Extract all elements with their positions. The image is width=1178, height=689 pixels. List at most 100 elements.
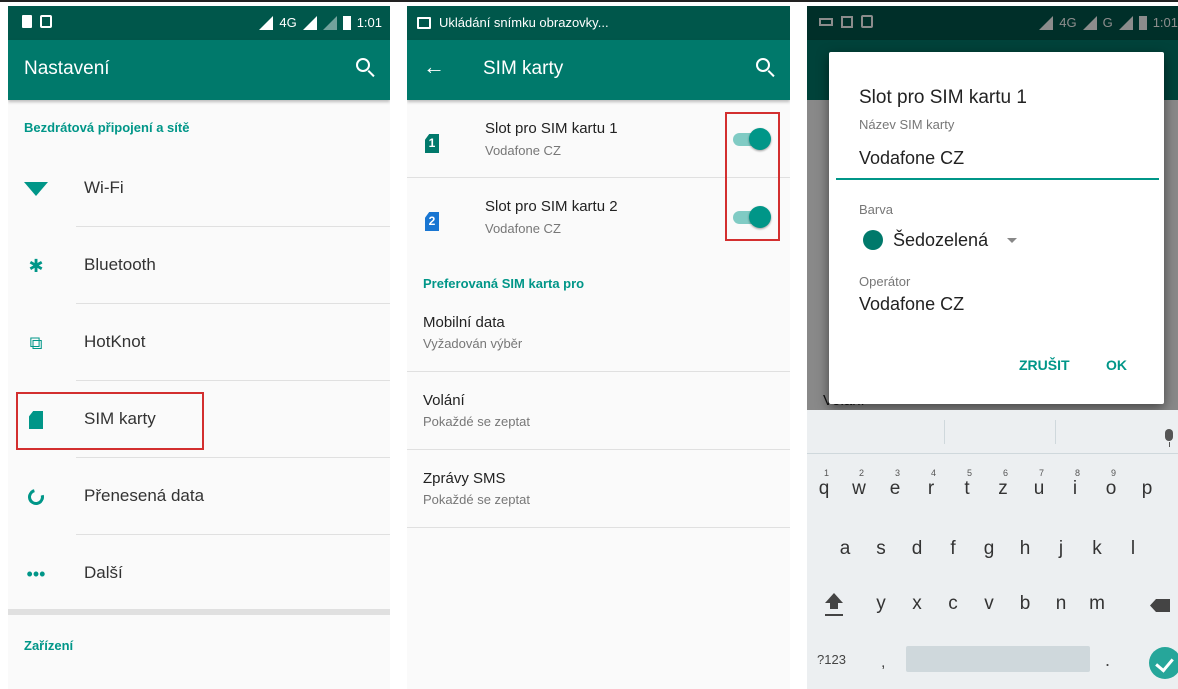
key-e[interactable]: e3 — [883, 468, 907, 500]
key-z[interactable]: z6 — [991, 468, 1015, 500]
data-usage-icon — [24, 486, 48, 508]
color-swatch — [863, 230, 883, 250]
key-d[interactable]: d — [905, 538, 929, 560]
period-key[interactable]: . — [1105, 650, 1110, 671]
cancel-button[interactable]: ZRUŠIT — [1019, 357, 1070, 373]
sim-edit-dialog: Slot pro SIM kartu 1 Název SIM karty Vod… — [829, 52, 1164, 404]
key-g[interactable]: g — [977, 538, 1001, 560]
back-arrow-icon[interactable]: ← — [423, 54, 445, 80]
settings-item-more[interactable]: ••• Další — [8, 535, 390, 612]
pref-row-mobile-data[interactable]: Mobilní data Vyžadován výběr — [407, 296, 790, 372]
key-b[interactable]: b — [1013, 593, 1037, 615]
key-char: t — [964, 478, 970, 499]
key-i[interactable]: i8 — [1063, 468, 1087, 500]
pref-row-calls[interactable]: Volání Pokaždé se zeptat — [407, 372, 790, 450]
signal-icon — [302, 15, 317, 30]
key-char: q — [818, 478, 830, 499]
color-select[interactable]: Šedozelená — [893, 230, 988, 251]
divider — [944, 420, 945, 444]
key-y[interactable]: y — [869, 593, 893, 615]
key-num: 1 — [824, 468, 830, 478]
key-s[interactable]: s — [869, 538, 893, 560]
key-char: p — [1141, 478, 1153, 499]
key-num: 7 — [1039, 468, 1045, 478]
pref-row-sms[interactable]: Zprávy SMS Pokaždé se zeptat — [407, 450, 790, 528]
key-x[interactable]: x — [905, 593, 929, 615]
shift-icon-underline — [825, 614, 843, 616]
key-char: w — [852, 478, 866, 499]
key-a[interactable]: a — [833, 538, 857, 560]
pref-title: Zprávy SMS — [423, 470, 506, 487]
network-type: 4G — [279, 15, 297, 30]
bluetooth-icon: ✱ — [28, 255, 44, 276]
status-bar: 4G 1:01 — [8, 6, 390, 40]
key-h[interactable]: h — [1013, 538, 1037, 560]
key-o[interactable]: o9 — [1099, 468, 1123, 500]
item-label: Přenesená data — [84, 486, 205, 505]
backspace-icon[interactable] — [1150, 599, 1170, 612]
pref-subtitle: Pokaždé se zeptat — [423, 492, 530, 507]
key-r[interactable]: r4 — [919, 468, 943, 500]
more-icon: ••• — [26, 563, 46, 584]
color-label: Barva — [859, 202, 893, 217]
comma-key[interactable]: , — [881, 654, 885, 672]
key-p[interactable]: p — [1135, 478, 1159, 500]
sim-1-icon: 1 — [425, 134, 439, 153]
key-j[interactable]: j — [1049, 538, 1073, 560]
lock-icon — [40, 15, 52, 28]
sim-slot-title: Slot pro SIM kartu 2 — [485, 198, 618, 215]
sim-name-input[interactable]: Vodafone CZ — [859, 148, 964, 169]
space-key[interactable] — [906, 646, 1090, 672]
sim-cards-screen: Ukládání snímku obrazovky... ← SIM karty… — [407, 6, 790, 689]
divider — [407, 527, 790, 528]
key-v[interactable]: v — [977, 593, 1001, 615]
settings-item-wifi[interactable]: Wi-Fi — [8, 150, 390, 227]
key-f[interactable]: f — [941, 538, 965, 560]
section-divider — [8, 609, 390, 615]
shift-icon-stem — [830, 602, 838, 609]
wifi-signal-icon — [259, 15, 274, 30]
symbols-key[interactable]: ?123 — [817, 652, 846, 667]
settings-item-data-usage[interactable]: Přenesená data — [8, 458, 390, 535]
pref-subtitle: Pokaždé se zeptat — [423, 414, 530, 429]
input-underline — [836, 178, 1159, 180]
status-bar: Ukládání snímku obrazovky... — [407, 6, 790, 40]
mic-icon[interactable] — [1165, 429, 1173, 441]
key-t[interactable]: t5 — [955, 468, 979, 500]
item-label: Bluetooth — [84, 255, 156, 274]
dropdown-arrow-icon[interactable] — [1007, 238, 1017, 243]
key-n[interactable]: n — [1049, 593, 1073, 615]
app-bar: ← SIM karty — [407, 40, 790, 100]
key-k[interactable]: k — [1085, 538, 1109, 560]
key-c[interactable]: c — [941, 593, 965, 615]
key-char: z — [998, 478, 1008, 499]
key-char: r — [927, 478, 935, 499]
ok-button[interactable]: OK — [1106, 357, 1127, 373]
page-title: SIM karty — [483, 58, 564, 79]
section-header-device: Zařízení — [24, 638, 74, 653]
key-m[interactable]: m — [1085, 593, 1109, 615]
item-label: Další — [84, 563, 123, 582]
sim-slot-subtitle: Vodafone CZ — [485, 143, 561, 158]
item-label: HotKnot — [84, 332, 146, 351]
status-time: 1:01 — [356, 15, 382, 30]
wifi-icon — [24, 178, 48, 200]
sim-edit-screen: 4G G 1:01 Volání Slot pro SIM kartu 1 Ná… — [807, 6, 1178, 689]
sim-name-label: Název SIM karty — [859, 117, 955, 132]
key-w[interactable]: w2 — [847, 468, 871, 500]
settings-item-hotknot[interactable]: ⧉ HotKnot — [8, 304, 390, 381]
pref-title: Mobilní data — [423, 314, 505, 331]
search-icon[interactable] — [356, 58, 378, 80]
pref-title: Volání — [423, 392, 465, 409]
settings-screen: 4G 1:01 Nastavení Bezdrátová připojení a… — [8, 6, 390, 689]
section-header-preferred: Preferovaná SIM karta pro — [423, 276, 585, 291]
app-bar: Nastavení — [8, 40, 390, 100]
key-u[interactable]: u7 — [1027, 468, 1051, 500]
highlight-box — [725, 112, 780, 241]
search-icon[interactable] — [756, 58, 778, 80]
status-notification: Ukládání snímku obrazovky... — [439, 15, 609, 30]
done-check-icon[interactable] — [1149, 647, 1178, 679]
settings-item-bluetooth[interactable]: ✱ Bluetooth — [8, 227, 390, 304]
key-l[interactable]: l — [1121, 538, 1145, 560]
key-q[interactable]: q1 — [812, 468, 836, 500]
